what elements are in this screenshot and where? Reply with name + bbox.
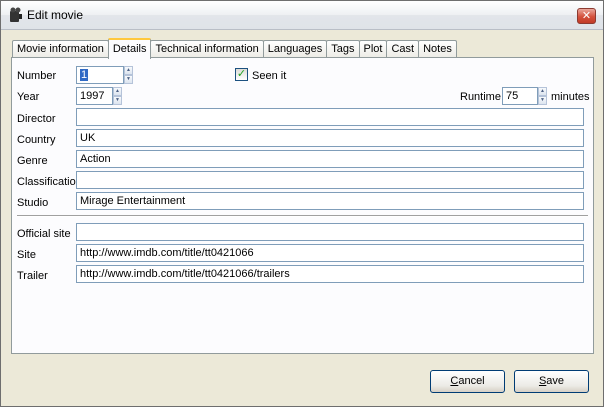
cancel-button[interactable]: Cancel [430,370,505,393]
runtime-stepper[interactable]: ▲ ▼ [538,87,547,105]
spin-up-icon[interactable]: ▲ [538,87,547,96]
year-input[interactable]: 1997 [76,87,113,105]
genre-input[interactable]: Action [76,150,584,168]
tab-notes[interactable]: Notes [418,40,457,58]
save-button[interactable]: Save [514,370,589,393]
tab-plot[interactable]: Plot [358,40,388,58]
genre-label: Genre [17,155,48,167]
cancel-label: ancel [458,375,485,387]
studio-input[interactable]: Mirage Entertainment [76,192,584,210]
country-label: Country [17,134,56,146]
tab-bar: Movie information Details Technical info… [12,38,457,59]
year-label: Year [17,91,40,103]
seen-it-label: Seen it [252,70,287,82]
tab-technical-information[interactable]: Technical information [150,40,264,58]
details-panel: Number 1 ▲ ▼ ✓ Seen it Year 1997 ▲ ▼ Run… [11,57,594,354]
tab-languages[interactable]: Languages [262,40,328,58]
year-stepper[interactable]: ▲ ▼ [113,87,122,105]
film-reel-icon [10,7,22,22]
spin-down-icon[interactable]: ▼ [538,96,547,105]
classification-label: Classification [17,176,82,188]
official-site-label: Official site [17,228,71,240]
spin-down-icon[interactable]: ▼ [124,75,133,84]
number-stepper[interactable]: ▲ ▼ [124,66,133,84]
tab-cast[interactable]: Cast [386,40,420,58]
close-icon[interactable]: ✕ [577,8,596,24]
spin-up-icon[interactable]: ▲ [124,66,133,75]
director-label: Director [17,113,56,125]
seen-it-checkbox[interactable]: ✓ [235,68,248,81]
edit-movie-dialog: Edit movie ✕ Movie information Details T… [0,0,604,407]
official-site-input[interactable] [76,223,584,241]
spin-up-icon[interactable]: ▲ [113,87,122,96]
tab-details[interactable]: Details [107,38,152,59]
site-label: Site [17,249,36,261]
title-bar: Edit movie ✕ [1,1,603,30]
number-value: 1 [80,69,89,81]
tab-tags[interactable]: Tags [326,40,360,58]
runtime-unit: minutes [551,91,590,103]
runtime-input[interactable]: 75 [502,87,538,105]
section-divider [17,215,588,217]
spin-down-icon[interactable]: ▼ [113,96,122,105]
country-input[interactable]: UK [76,129,584,147]
classification-input[interactable] [76,171,584,189]
tab-movie-information[interactable]: Movie information [12,40,109,58]
trailer-label: Trailer [17,270,48,282]
director-input[interactable] [76,108,584,126]
studio-label: Studio [17,197,49,209]
save-label: ave [546,375,565,387]
window-title: Edit movie [27,8,84,22]
runtime-label: Runtime [460,91,501,103]
site-input[interactable]: http://www.imdb.com/title/tt0421066 [76,244,584,262]
number-label: Number [17,70,57,82]
number-input[interactable]: 1 [76,66,124,84]
trailer-input[interactable]: http://www.imdb.com/title/tt0421066/trai… [76,265,584,283]
